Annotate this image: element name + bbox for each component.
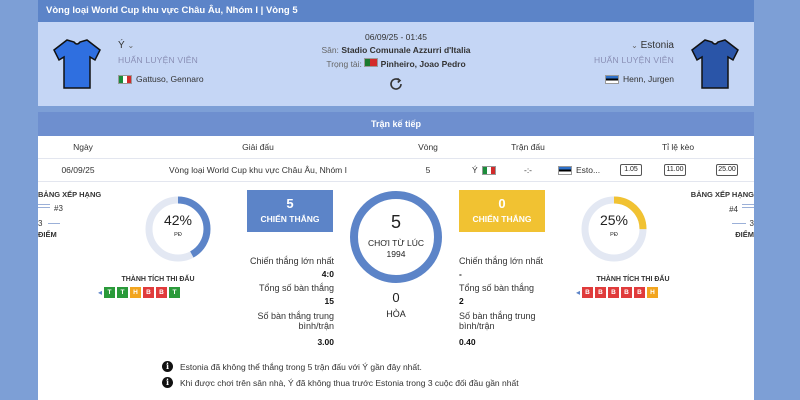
away-team-name[interactable]: ⌄ Estonia bbox=[631, 40, 674, 51]
form-result-chip[interactable]: B bbox=[156, 287, 168, 298]
next-match-title: Trận kế tiếp bbox=[38, 112, 754, 136]
home-points-label: ĐIỂM bbox=[38, 230, 57, 239]
form-result-chip[interactable]: B bbox=[608, 287, 620, 298]
away-rank: #4 bbox=[729, 205, 738, 214]
away-coach-label: HUẤN LUYỆN VIÊN bbox=[594, 55, 674, 65]
form-result-chip[interactable]: T bbox=[117, 287, 129, 298]
row-score: -:- bbox=[523, 165, 533, 175]
home-biggest-win-label: Chiến thắng lớn nhất bbox=[250, 256, 334, 266]
home-ranking-label: BẢNG XẾP HẠNG bbox=[38, 190, 102, 199]
row-date: 06/09/25 bbox=[61, 165, 95, 175]
form-result-chip[interactable]: T bbox=[169, 287, 181, 298]
away-avg-goals-label: Số bàn thắng trung bình/trận bbox=[459, 311, 536, 331]
away-points: 3 bbox=[749, 219, 754, 228]
form-result-chip[interactable]: B bbox=[595, 287, 607, 298]
chevron-down-icon[interactable]: ⌄ bbox=[631, 41, 638, 50]
away-ranking-label: BẢNG XẾP HẠNG bbox=[690, 190, 754, 199]
info-icon: i bbox=[162, 377, 173, 388]
col-league: Giải đấu bbox=[242, 142, 274, 152]
away-points-label: ĐIỂM bbox=[735, 230, 754, 239]
home-coach: Gattuso, Gennaro bbox=[118, 74, 204, 84]
row-away-team[interactable]: Esto... bbox=[558, 165, 600, 175]
home-form: ◂ TTHBBT bbox=[98, 287, 182, 298]
total-played: 5 bbox=[390, 212, 401, 232]
portugal-flag-icon bbox=[364, 58, 379, 67]
form-result-chip[interactable]: B bbox=[621, 287, 633, 298]
col-match: Trận đấu bbox=[511, 142, 545, 152]
competition-title[interactable]: Vòng loại World Cup khu vực Châu Âu, Nhó… bbox=[38, 0, 754, 22]
home-biggest-win: 4:0 bbox=[321, 269, 334, 279]
away-form: ◂ BBBBBH bbox=[576, 287, 660, 298]
table-row[interactable] bbox=[38, 158, 754, 182]
away-coach: Henn, Jurgen bbox=[604, 74, 674, 84]
estonia-flag-icon bbox=[558, 165, 572, 175]
away-form-title: THÀNH TÍCH THI ĐẤU bbox=[596, 276, 670, 283]
divider bbox=[48, 223, 60, 224]
row-league[interactable]: Vòng loại World Cup khu vực Châu Âu, Nhó… bbox=[148, 165, 368, 175]
away-pd-percent: 25% bbox=[599, 212, 629, 228]
match-details-card: Trận kế tiếp Ngày Giải đấu Vòng Trận đấu… bbox=[38, 112, 754, 400]
home-avg-goals: 3.00 bbox=[317, 337, 334, 347]
row-home-team[interactable]: Ý bbox=[472, 165, 496, 175]
row-round: 5 bbox=[425, 165, 431, 175]
away-avg-goals: 0.40 bbox=[459, 337, 476, 347]
divider bbox=[742, 204, 754, 205]
form-result-chip[interactable]: B bbox=[582, 287, 594, 298]
away-total-goals: 2 bbox=[459, 296, 464, 306]
italy-flag-icon bbox=[481, 165, 496, 175]
home-points: 3 bbox=[38, 219, 43, 228]
form-result-chip[interactable]: H bbox=[647, 287, 659, 298]
note-2: i Khi được chơi trên sân nhà, Ý đã không… bbox=[162, 377, 519, 388]
form-result-chip[interactable]: T bbox=[104, 287, 116, 298]
total-played-ring bbox=[350, 191, 442, 283]
draws-label: HÒA bbox=[386, 309, 406, 319]
away-pd-donut bbox=[581, 196, 647, 262]
home-form-title: THÀNH TÍCH THI ĐẤU bbox=[121, 276, 195, 283]
odds-draw[interactable]: 11.00 bbox=[664, 164, 686, 176]
away-wins-box: 0 CHIẾN THẮNG bbox=[459, 190, 545, 232]
home-rank: #3 bbox=[54, 204, 63, 213]
info-icon: i bbox=[162, 361, 173, 372]
away-total-goals-label: Tổng số bàn thắng bbox=[459, 283, 535, 293]
note-1: i Estonia đã không thể thắng trong 5 trậ… bbox=[162, 361, 422, 372]
divider bbox=[732, 223, 746, 224]
divider bbox=[38, 207, 50, 208]
home-avg-goals-label: Số bàn thắng trung bình/trận bbox=[257, 311, 334, 331]
refresh-icon[interactable] bbox=[388, 76, 404, 92]
home-pd-percent: 42% bbox=[163, 212, 193, 228]
form-result-chip[interactable]: B bbox=[634, 287, 646, 298]
away-pd-label: PĐ bbox=[610, 232, 618, 238]
match-header-card: Vòng loại World Cup khu vực Châu Âu, Nhó… bbox=[38, 0, 754, 106]
form-result-chip[interactable]: H bbox=[130, 287, 142, 298]
italy-flag-icon bbox=[118, 74, 132, 84]
odds-away[interactable]: 25.00 bbox=[716, 164, 738, 176]
arrow-left-icon: ◂ bbox=[576, 288, 581, 297]
played-since-label: CHƠI TỪ LÚC bbox=[368, 238, 424, 248]
odds-home[interactable]: 1.05 bbox=[620, 164, 642, 176]
away-biggest-win-label: Chiến thắng lớn nhất bbox=[459, 256, 543, 266]
away-shirt-icon bbox=[691, 39, 739, 89]
home-pd-donut bbox=[145, 196, 211, 262]
home-pd-label: PĐ bbox=[174, 232, 182, 238]
estonia-flag-icon bbox=[604, 74, 619, 84]
form-result-chip[interactable]: B bbox=[143, 287, 155, 298]
home-wins-box: 5 CHIẾN THẮNG bbox=[247, 190, 333, 232]
divider bbox=[38, 204, 50, 205]
col-round: Vòng bbox=[418, 142, 438, 152]
draws-count: 0 bbox=[392, 290, 400, 305]
away-biggest-win: - bbox=[459, 269, 462, 279]
col-odds: Tỉ lệ kèo bbox=[661, 142, 695, 152]
since-year: 1994 bbox=[386, 249, 406, 259]
divider bbox=[742, 207, 754, 208]
arrow-left-icon: ◂ bbox=[98, 288, 103, 297]
home-total-goals: 15 bbox=[324, 296, 334, 306]
home-total-goals-label: Tổng số bàn thắng bbox=[258, 283, 334, 293]
col-date: Ngày bbox=[73, 142, 93, 152]
